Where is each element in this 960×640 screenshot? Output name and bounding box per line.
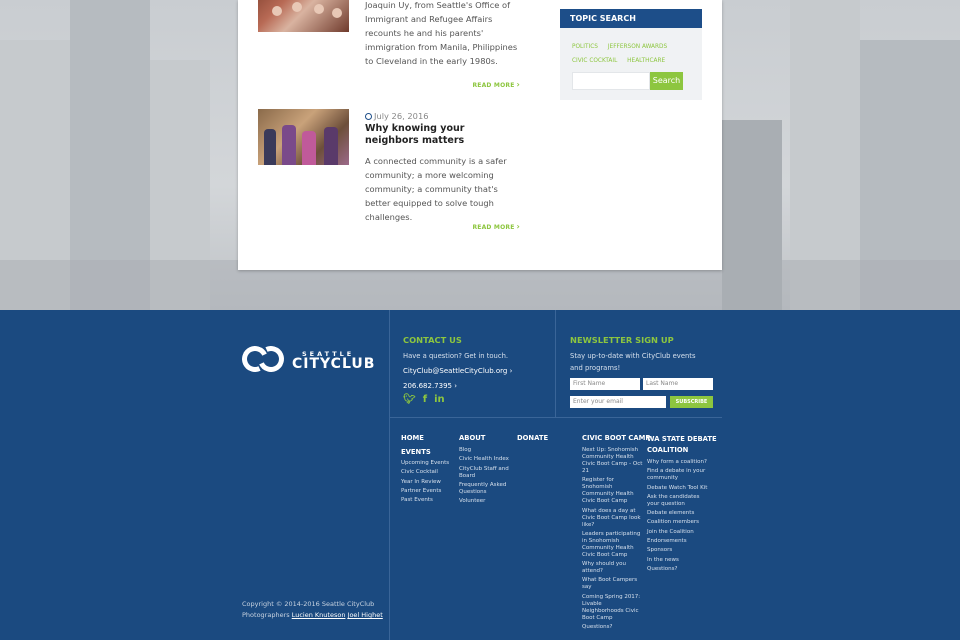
tag-civic-cocktail[interactable]: CIVIC COCKTAIL bbox=[572, 58, 617, 64]
facebook-icon[interactable]: f bbox=[423, 394, 427, 405]
nav-link[interactable]: Past Events bbox=[401, 497, 453, 504]
nav-link[interactable]: Find a debate in your community bbox=[647, 468, 709, 482]
topic-search-input[interactable] bbox=[572, 72, 650, 90]
nav-link[interactable]: What does a day at Civic Boot Camp look … bbox=[582, 508, 644, 529]
post-date: July 26, 2016 bbox=[365, 111, 429, 121]
contact-phone-text: 206.682.7395 bbox=[403, 382, 452, 390]
twitter-icon[interactable]: 🐦︎ bbox=[403, 394, 416, 405]
contact-heading: CONTACT US bbox=[403, 335, 462, 345]
post-thumbnail[interactable] bbox=[258, 0, 349, 32]
nav-link[interactable]: Debate elements bbox=[647, 510, 709, 517]
logo-cityclub: CITYCLUB bbox=[292, 356, 376, 372]
nav-link[interactable]: Civic Health Index bbox=[459, 456, 511, 463]
nav-link[interactable]: Coming Spring 2017: Livable Neighborhood… bbox=[582, 594, 644, 622]
nav-home[interactable]: HOME bbox=[401, 434, 424, 442]
cityclub-logo[interactable]: SEATTLE CITYCLUB bbox=[238, 342, 376, 380]
linkedin-icon[interactable]: in bbox=[434, 394, 445, 405]
post-excerpt: Joaquin Uy, from Seattle's Office of Imm… bbox=[365, 0, 518, 66]
read-more-label: READ MORE bbox=[472, 224, 515, 231]
nav-about[interactable]: ABOUT bbox=[459, 434, 485, 442]
contact-email-text: CityClub@SeattleCityClub.org bbox=[403, 367, 508, 375]
first-name-field[interactable]: First Name bbox=[570, 378, 640, 390]
footer-divider bbox=[555, 310, 556, 417]
nav-link[interactable]: Questions? bbox=[582, 624, 644, 631]
photographer-link[interactable]: Joel Highet bbox=[348, 611, 383, 619]
read-more-link[interactable]: READ MORE › bbox=[472, 222, 520, 231]
newsletter-subtitle: Stay up-to-date with CityClub events and… bbox=[570, 352, 696, 372]
post-excerpt: A connected community is a safer communi… bbox=[365, 156, 507, 222]
nav-link[interactable]: Sponsors bbox=[647, 547, 709, 554]
footer-divider bbox=[389, 310, 390, 640]
nav-link[interactable]: In the news bbox=[647, 557, 709, 564]
contact-subtitle: Have a question? Get in touch. bbox=[403, 352, 509, 360]
events-list: Upcoming Events Civic Cocktail Year In R… bbox=[401, 460, 453, 506]
read-more-label: READ MORE bbox=[472, 82, 515, 89]
nav-link[interactable]: Next Up: Snohomish Community Health Civi… bbox=[582, 447, 644, 475]
chevron-right-icon: › bbox=[509, 367, 513, 375]
clock-icon bbox=[365, 113, 372, 120]
nav-donate[interactable]: DONATE bbox=[517, 434, 548, 442]
chevron-right-icon: › bbox=[454, 382, 458, 390]
chevron-right-icon: › bbox=[516, 80, 520, 89]
copyright-text: Copyright © 2014-2016 Seattle CityClub bbox=[242, 600, 375, 608]
topic-search-heading: TOPIC SEARCH bbox=[560, 9, 702, 28]
nav-link[interactable]: Partner Events bbox=[401, 488, 453, 495]
tag-jefferson-awards[interactable]: JEFFERSON AWARDS bbox=[608, 44, 667, 50]
nav-link[interactable]: Questions? bbox=[647, 566, 709, 573]
nav-wa-state-debate-coalition[interactable]: WA STATE DEBATE COALITION bbox=[647, 434, 717, 456]
subscribe-button[interactable]: SUBSCRIBE bbox=[670, 396, 713, 408]
topic-search-button[interactable]: Search bbox=[650, 72, 683, 90]
nav-link[interactable]: Frequently Asked Questions bbox=[459, 482, 511, 496]
read-more-link[interactable]: READ MORE › bbox=[472, 80, 520, 89]
nav-link[interactable]: Civic Cocktail bbox=[401, 469, 453, 476]
email-field[interactable]: Enter your email bbox=[570, 396, 666, 408]
post-date-text: July 26, 2016 bbox=[374, 111, 429, 121]
debate-list: Why form a coalition? Find a debate in y… bbox=[647, 459, 709, 575]
tag-politics[interactable]: POLITICS bbox=[572, 44, 598, 50]
blog-list-card: Joaquin Uy, from Seattle's Office of Imm… bbox=[238, 0, 722, 270]
about-list: Blog Civic Health Index CityClub Staff a… bbox=[459, 447, 511, 507]
topic-search-widget: TOPIC SEARCH POLITICS JEFFERSON AWARDS C… bbox=[560, 9, 702, 100]
contact-phone-link[interactable]: 206.682.7395 › bbox=[403, 380, 457, 392]
photographer-link[interactable]: Lucien Knuteson bbox=[292, 611, 346, 619]
nav-link[interactable]: Join the Coalition bbox=[647, 529, 709, 536]
nav-link[interactable]: Year In Review bbox=[401, 479, 453, 486]
contact-email-link[interactable]: CityClub@SeattleCityClub.org › bbox=[403, 365, 512, 377]
post-thumbnail[interactable] bbox=[258, 109, 349, 165]
nav-link[interactable]: Why form a coalition? bbox=[647, 459, 709, 466]
newsletter-heading: NEWSLETTER SIGN UP bbox=[570, 335, 674, 345]
nav-link[interactable]: CityClub Staff and Board bbox=[459, 466, 511, 480]
tag-healthcare[interactable]: HEALTHCARE bbox=[627, 58, 665, 64]
nav-link[interactable]: Blog bbox=[459, 447, 511, 454]
social-links: 🐦︎ f in bbox=[403, 394, 452, 405]
nav-link[interactable]: Debate Watch Tool Kit bbox=[647, 485, 709, 492]
nav-link[interactable]: Register for Snohomish Community Health … bbox=[582, 477, 644, 505]
nav-events[interactable]: EVENTS bbox=[401, 448, 431, 456]
copyright: Copyright © 2014-2016 Seattle CityClub P… bbox=[242, 599, 383, 621]
nav-link[interactable]: Endorsements bbox=[647, 538, 709, 545]
nav-link[interactable]: Coalition members bbox=[647, 519, 709, 526]
nav-link[interactable]: Volunteer bbox=[459, 498, 511, 505]
last-name-field[interactable]: Last Name bbox=[643, 378, 713, 390]
nav-civic-boot-camp[interactable]: CIVIC BOOT CAMP bbox=[582, 434, 650, 442]
topic-tags: POLITICS JEFFERSON AWARDS CIVIC COCKTAIL… bbox=[572, 40, 697, 68]
site-footer: SEATTLE CITYCLUB CONTACT US Have a quest… bbox=[0, 310, 960, 640]
nav-link[interactable]: What Boot Campers say bbox=[582, 577, 644, 591]
nav-link[interactable]: Why should you attend? bbox=[582, 561, 644, 575]
nav-link[interactable]: Ask the candidates your question bbox=[647, 494, 709, 508]
post-title[interactable]: Why knowing your neighbors matters bbox=[365, 123, 515, 147]
boot-camp-list: Next Up: Snohomish Community Health Civi… bbox=[582, 447, 644, 633]
nav-link[interactable]: Leaders participating in Snohomish Commu… bbox=[582, 531, 644, 559]
nav-link[interactable]: Upcoming Events bbox=[401, 460, 453, 467]
photographers-credit: Photographers Lucien Knuteson Joel Highe… bbox=[242, 610, 383, 621]
photographers-label: Photographers bbox=[242, 611, 290, 619]
footer-divider bbox=[389, 417, 722, 418]
chevron-right-icon: › bbox=[516, 222, 520, 231]
